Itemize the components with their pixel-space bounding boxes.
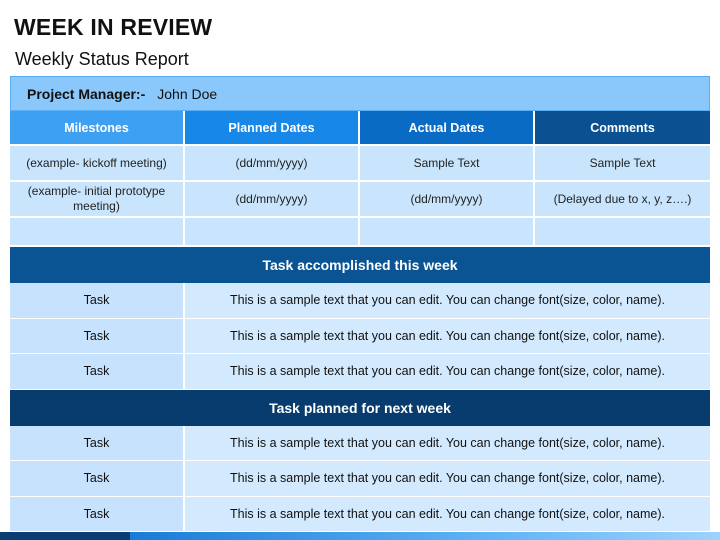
task-label[interactable]: Task bbox=[10, 461, 185, 496]
milestone-cell[interactable]: (example- kickoff meeting) bbox=[10, 146, 185, 182]
section-heading-planned: Task planned for next week bbox=[10, 389, 710, 426]
task-label[interactable]: Task bbox=[10, 496, 185, 531]
project-manager-row: Project Manager:- John Doe bbox=[10, 76, 710, 111]
milestones-header-row: Milestones Planned Dates Actual Dates Co… bbox=[10, 111, 710, 146]
column-header-actual-dates: Actual Dates bbox=[360, 111, 535, 146]
task-row: Task This is a sample text that you can … bbox=[10, 425, 710, 461]
comment-cell[interactable]: Sample Text bbox=[535, 146, 710, 182]
milestone-row-empty bbox=[10, 218, 710, 247]
task-row: Task This is a sample text that you can … bbox=[10, 283, 710, 319]
status-report-table: Project Manager:- John Doe Milestones Pl… bbox=[10, 76, 710, 532]
actual-date-cell[interactable]: Sample Text bbox=[360, 146, 535, 182]
milestone-row: (example- initial prototype meeting) (dd… bbox=[10, 182, 710, 218]
task-row: Task This is a sample text that you can … bbox=[10, 354, 710, 390]
footer-accent-gradient bbox=[130, 532, 720, 540]
project-manager-label: Project Manager:- bbox=[27, 85, 146, 102]
task-description[interactable]: This is a sample text that you can edit.… bbox=[185, 283, 710, 318]
milestone-row: (example- kickoff meeting) (dd/mm/yyyy) … bbox=[10, 146, 710, 182]
actual-date-cell[interactable] bbox=[360, 218, 535, 247]
task-row: Task This is a sample text that you can … bbox=[10, 496, 710, 532]
comment-cell[interactable]: (Delayed due to x, y, z….) bbox=[535, 182, 710, 218]
page-title: WEEK IN REVIEW bbox=[14, 14, 213, 40]
planned-date-cell[interactable]: (dd/mm/yyyy) bbox=[185, 182, 360, 218]
task-row: Task This is a sample text that you can … bbox=[10, 318, 710, 354]
planned-date-cell[interactable] bbox=[185, 218, 360, 247]
footer-accent-bar bbox=[0, 532, 720, 540]
comment-cell[interactable] bbox=[535, 218, 710, 247]
footer-accent-dark bbox=[0, 532, 130, 540]
column-header-milestones: Milestones bbox=[10, 111, 185, 146]
task-label[interactable]: Task bbox=[10, 283, 185, 318]
task-description[interactable]: This is a sample text that you can edit.… bbox=[185, 425, 710, 460]
milestone-cell[interactable] bbox=[10, 218, 185, 247]
task-label[interactable]: Task bbox=[10, 425, 185, 460]
task-row: Task This is a sample text that you can … bbox=[10, 461, 710, 497]
task-label[interactable]: Task bbox=[10, 354, 185, 389]
task-description[interactable]: This is a sample text that you can edit.… bbox=[185, 496, 710, 531]
task-description[interactable]: This is a sample text that you can edit.… bbox=[185, 461, 710, 496]
milestone-cell[interactable]: (example- initial prototype meeting) bbox=[10, 182, 185, 218]
section-heading-accomplished: Task accomplished this week bbox=[10, 247, 710, 283]
page-subtitle: Weekly Status Report bbox=[15, 49, 189, 69]
task-description[interactable]: This is a sample text that you can edit.… bbox=[185, 318, 710, 353]
column-header-planned-dates: Planned Dates bbox=[185, 111, 360, 146]
project-manager-name[interactable]: John Doe bbox=[157, 86, 217, 102]
actual-date-cell[interactable]: (dd/mm/yyyy) bbox=[360, 182, 535, 218]
column-header-comments: Comments bbox=[535, 111, 710, 146]
task-label[interactable]: Task bbox=[10, 318, 185, 353]
planned-date-cell[interactable]: (dd/mm/yyyy) bbox=[185, 146, 360, 182]
task-description[interactable]: This is a sample text that you can edit.… bbox=[185, 354, 710, 389]
